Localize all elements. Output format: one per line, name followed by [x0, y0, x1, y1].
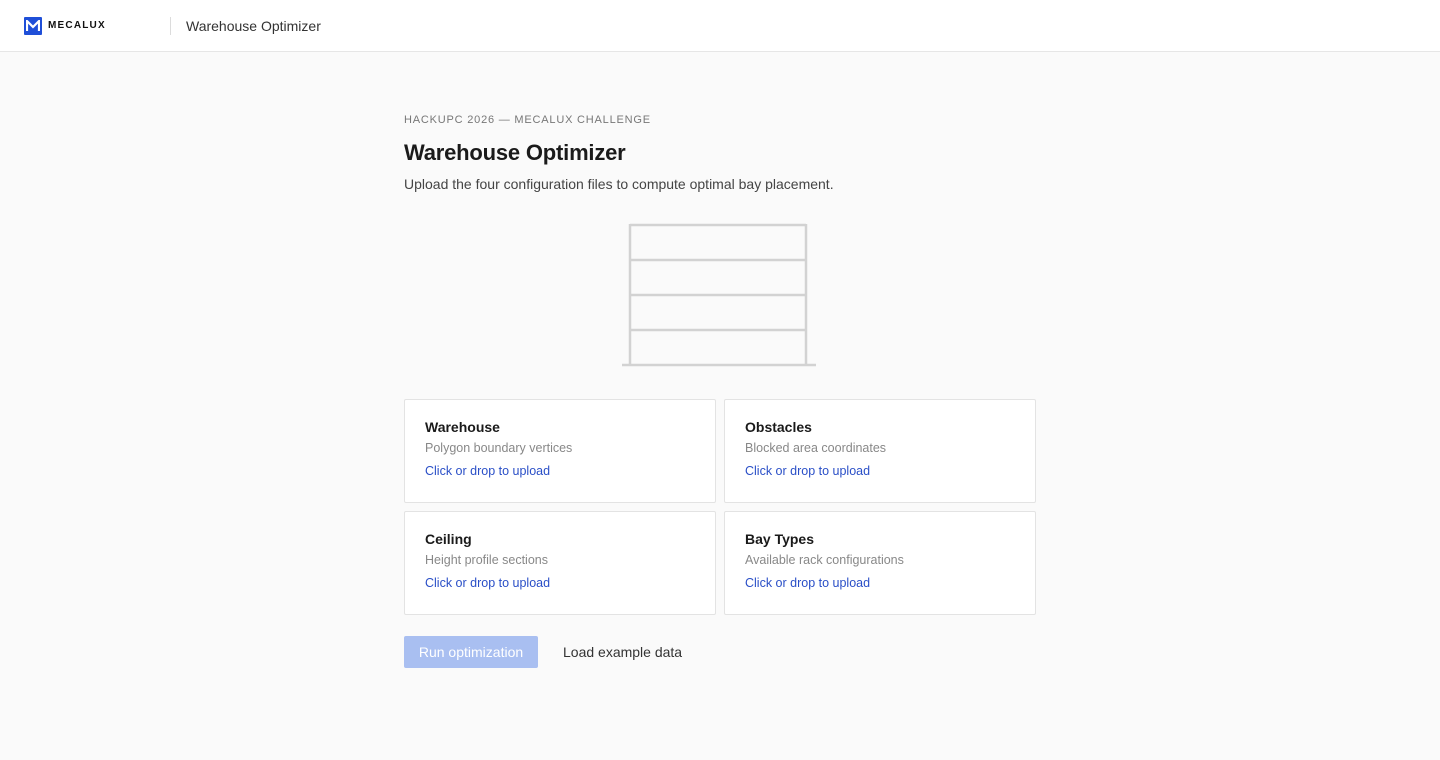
shelving-rack-icon [620, 222, 820, 368]
eyebrow-label: HACKUPC 2026 — MECALUX CHALLENGE [404, 114, 651, 126]
main-content: HACKUPC 2026 — MECALUX CHALLENGE Warehou… [404, 52, 1036, 668]
brand-name: MECALUX [48, 20, 106, 31]
page-subtitle: Upload the four configuration files to c… [404, 176, 834, 192]
card-description: Blocked area coordinates [745, 441, 887, 455]
card-description: Available rack configurations [745, 553, 904, 567]
header-divider [170, 16, 171, 35]
brand-logo[interactable]: MECALUX [24, 16, 170, 35]
upload-link[interactable]: Click or drop to upload [745, 576, 1015, 590]
top-bar: MECALUX Warehouse Optimizer [0, 0, 1440, 52]
upload-card-warehouse[interactable]: Warehouse Polygon boundary vertices Clic… [404, 399, 716, 503]
upload-link[interactable]: Click or drop to upload [425, 464, 695, 478]
page-title: Warehouse Optimizer [404, 140, 626, 165]
card-title: Obstacles [745, 419, 812, 435]
upload-grid: Warehouse Polygon boundary vertices Clic… [404, 399, 1036, 615]
load-example-data-button[interactable]: Load example data [563, 644, 682, 660]
app-title: Warehouse Optimizer [186, 17, 321, 34]
upload-card-ceiling[interactable]: Ceiling Height profile sections Click or… [404, 511, 716, 615]
run-optimization-button[interactable]: Run optimization [404, 636, 538, 668]
card-title: Warehouse [425, 419, 500, 435]
upload-link[interactable]: Click or drop to upload [425, 576, 695, 590]
action-bar: Run optimization Load example data [404, 636, 682, 668]
card-description: Polygon boundary vertices [425, 441, 573, 455]
card-title: Ceiling [425, 531, 472, 547]
upload-link[interactable]: Click or drop to upload [745, 464, 1015, 478]
upload-card-obstacles[interactable]: Obstacles Blocked area coordinates Click… [724, 399, 1036, 503]
upload-card-bay-types[interactable]: Bay Types Available rack configurations … [724, 511, 1036, 615]
card-description: Height profile sections [425, 553, 548, 567]
card-title: Bay Types [745, 531, 814, 547]
mecalux-logo-icon [24, 16, 42, 35]
